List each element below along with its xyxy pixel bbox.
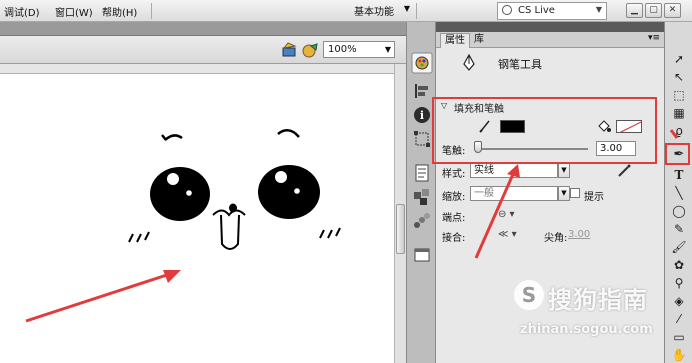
transform-icon[interactable] bbox=[411, 128, 433, 150]
edit-symbol-icon[interactable] bbox=[302, 41, 320, 59]
motion-presets-icon[interactable] bbox=[411, 210, 433, 232]
left-eye-highlight bbox=[167, 173, 179, 185]
zoom-value: 100% bbox=[328, 44, 357, 55]
red-arrow-line bbox=[25, 270, 177, 323]
restore-button[interactable]: ▢ bbox=[645, 3, 662, 18]
minimize-button[interactable]: ▁ bbox=[626, 3, 643, 18]
document-tab-strip bbox=[0, 22, 406, 36]
workspace-label: 基本功能 bbox=[354, 7, 394, 18]
search-label: CS Live bbox=[518, 5, 555, 16]
right-eye-glint bbox=[294, 188, 300, 194]
canvas[interactable] bbox=[0, 74, 394, 363]
chevron-down-icon: ▼ bbox=[595, 5, 602, 14]
right-eye-highlight bbox=[275, 171, 287, 183]
menu-window[interactable]: 窗口(W) bbox=[55, 4, 93, 19]
watermark-url: zhinan.sogou.com bbox=[520, 322, 653, 337]
right-eyebrow bbox=[277, 129, 296, 135]
stage-toolbar: 100% ▼ bbox=[0, 36, 406, 64]
scrollbar-thumb[interactable] bbox=[396, 204, 405, 254]
menu-bar: 调试(D) 窗口(W) 帮助(H) 基本功能 ▼ CS Live ▼ ▁ ▢ ✕ bbox=[0, 0, 692, 22]
red-arrow-line bbox=[474, 171, 516, 259]
workspace-switcher[interactable]: 基本功能 ▼ bbox=[350, 3, 410, 19]
components-icon[interactable] bbox=[411, 186, 433, 208]
red-arrow-head bbox=[507, 164, 520, 178]
zoom-select[interactable]: 100% ▼ bbox=[323, 41, 395, 58]
library-panel-icon[interactable] bbox=[411, 244, 433, 266]
left-eyebrow bbox=[164, 134, 183, 141]
vertical-scrollbar[interactable] bbox=[394, 64, 406, 363]
history-icon[interactable] bbox=[411, 162, 433, 184]
align-icon[interactable] bbox=[411, 80, 433, 102]
red-arrow-head bbox=[163, 270, 181, 283]
search-icon bbox=[502, 5, 512, 15]
right-eye bbox=[258, 165, 320, 219]
svg-text:i: i bbox=[420, 109, 424, 122]
tongue bbox=[220, 214, 240, 250]
color-palette-icon[interactable] bbox=[411, 52, 433, 74]
search-input[interactable]: CS Live ▼ bbox=[497, 2, 607, 20]
chevron-down-icon: ▼ bbox=[384, 45, 391, 54]
menu-separator bbox=[151, 3, 152, 19]
sogou-logo: S bbox=[514, 280, 544, 310]
stage-area: 100% ▼ bbox=[0, 22, 406, 363]
watermark: S 搜狗指南 zhinan.sogou.com bbox=[514, 278, 692, 348]
mouth bbox=[212, 209, 246, 217]
chevron-down-icon: ▼ bbox=[403, 4, 410, 13]
left-eye bbox=[150, 167, 210, 221]
right-eyebrow-tip bbox=[294, 132, 300, 138]
fill-stroke-highlight-box bbox=[432, 97, 657, 164]
menu-help[interactable]: 帮助(H) bbox=[102, 4, 137, 19]
ruler bbox=[0, 64, 394, 74]
pen-tool-highlight-box bbox=[665, 143, 690, 165]
left-blush bbox=[128, 231, 150, 243]
menu-separator bbox=[416, 3, 417, 19]
cartoon-face-drawing bbox=[25, 129, 341, 323]
watermark-brand: 搜狗指南 bbox=[548, 286, 648, 314]
left-eye-glint bbox=[186, 190, 192, 196]
info-icon[interactable]: i bbox=[411, 104, 433, 126]
menu-debug[interactable]: 调试(D) bbox=[4, 4, 40, 19]
panel-icon-dock: i bbox=[406, 22, 436, 363]
edit-scene-icon[interactable] bbox=[282, 42, 298, 58]
red-arrow-line bbox=[669, 129, 679, 139]
right-blush bbox=[319, 227, 341, 239]
close-button[interactable]: ✕ bbox=[664, 3, 681, 18]
left-eyebrow-tip bbox=[161, 134, 167, 141]
